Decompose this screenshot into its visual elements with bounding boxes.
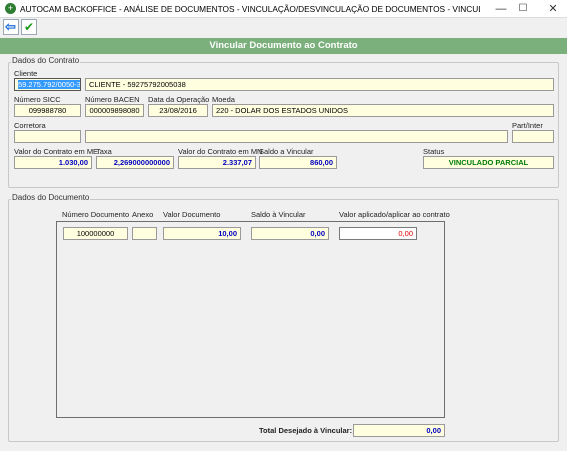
sicc-label: Número SICC	[14, 95, 61, 104]
anexo-field[interactable]	[132, 227, 157, 240]
toolbar: ⇦ ✔	[0, 18, 567, 37]
maximize-button[interactable]: ☐	[516, 2, 530, 16]
saldo-vincular-field[interactable]: 860,00	[259, 156, 337, 169]
back-button[interactable]: ⇦	[3, 19, 19, 35]
valor-me-label: Valor do Contrato em ME	[14, 147, 99, 156]
data-operacao-label: Data da Operação	[148, 95, 210, 104]
status-label: Status	[423, 147, 445, 156]
cliente-nome-field[interactable]: CLIENTE - 59275792005038	[85, 78, 554, 91]
bacen-label: Número BACEN	[85, 95, 140, 104]
numero-documento-field[interactable]: 100000000	[63, 227, 128, 240]
sicc-field[interactable]: 099988780	[14, 104, 81, 117]
contract-group-title: Dados do Contrato	[11, 56, 81, 65]
corretora-code-field[interactable]	[14, 130, 81, 143]
valor-mn-label: Valor do Contrato em MN	[178, 147, 263, 156]
valor-documento-field[interactable]: 10,00	[163, 227, 241, 240]
close-button[interactable]: ✕	[546, 2, 560, 16]
numero-documento-label: Número Documento	[62, 210, 130, 219]
title-bar: + AUTOCAM BACKOFFICE - ANÁLISE DE DOCUME…	[0, 0, 567, 18]
back-arrow-icon: ⇦	[5, 19, 16, 34]
document-list-panel	[56, 221, 445, 418]
saldo-vincular-label: Saldo a Vincular	[259, 147, 314, 156]
check-icon: ✔	[24, 20, 35, 34]
partinter-field[interactable]	[512, 130, 554, 143]
minimize-button[interactable]: —	[494, 2, 508, 16]
moeda-field[interactable]: 220 - DOLAR DOS ESTADOS UNIDOS	[212, 104, 554, 117]
valor-aplicado-label: Valor aplicado/aplicar ao contrato	[339, 210, 450, 219]
cliente-cnpj-field[interactable]: 59.275.792/0050-38	[14, 78, 81, 91]
total-label: Total Desejado à Vincular:	[259, 426, 353, 435]
anexo-label: Anexo	[132, 210, 154, 219]
confirm-button[interactable]: ✔	[21, 19, 37, 35]
document-group-title: Dados do Documento	[11, 193, 91, 202]
app-plus-icon: +	[5, 3, 16, 14]
cliente-cnpj-value: 59.275.792/0050-38	[18, 80, 80, 89]
bacen-field[interactable]: 000009898080	[85, 104, 144, 117]
valor-mn-field[interactable]: 2.337,07	[178, 156, 256, 169]
page-title: Vincular Documento ao Contrato	[0, 38, 567, 54]
moeda-label: Moeda	[212, 95, 235, 104]
data-operacao-field[interactable]: 23/08/2016	[148, 104, 208, 117]
status-field[interactable]: VINCULADO PARCIAL	[423, 156, 554, 169]
window-title: AUTOCAM BACKOFFICE - ANÁLISE DE DOCUMENT…	[20, 4, 480, 14]
corretora-label: Corretora	[14, 121, 46, 130]
total-field[interactable]: 0,00	[353, 424, 445, 437]
taxa-label: Taxa	[96, 147, 112, 156]
saldo-documento-field[interactable]: 0,00	[251, 227, 329, 240]
saldo-documento-label: Saldo à Vincular	[251, 210, 306, 219]
taxa-field[interactable]: 2,269000000000	[96, 156, 174, 169]
cliente-label: Cliente	[14, 69, 38, 78]
corretora-name-field[interactable]	[85, 130, 508, 143]
valor-me-field[interactable]: 1.030,00	[14, 156, 92, 169]
valor-aplicado-field[interactable]: 0,00	[339, 227, 417, 240]
partinter-label: Part/Inter	[512, 121, 543, 130]
valor-documento-label: Valor Documento	[163, 210, 221, 219]
